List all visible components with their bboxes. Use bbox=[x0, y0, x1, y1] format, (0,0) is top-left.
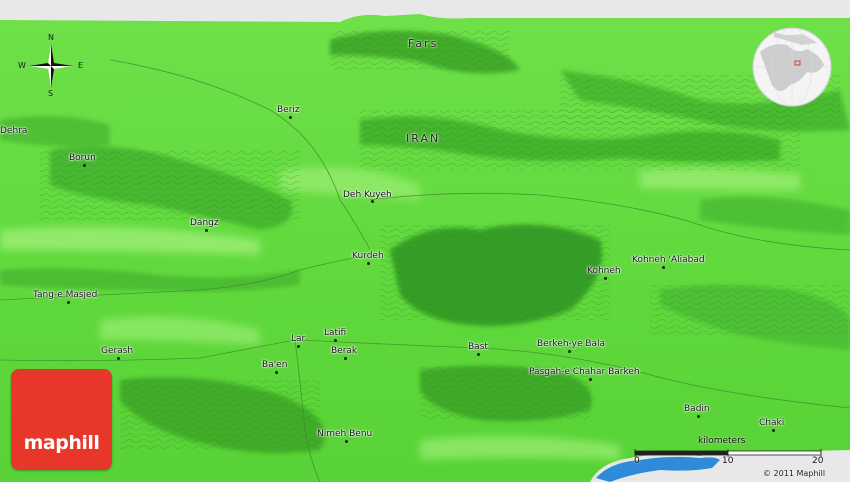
place-label-borun[interactable]: Borun bbox=[69, 153, 96, 163]
place-dot-berak bbox=[344, 357, 347, 360]
place-label-lar[interactable]: Lar bbox=[291, 334, 305, 344]
place-dot-badin bbox=[697, 415, 700, 418]
place-label-kohneh-aliabad[interactable]: Kohneh 'Aliabad bbox=[632, 255, 705, 265]
place-label-gerash[interactable]: Gerash bbox=[101, 346, 133, 356]
compass-south-label: S bbox=[48, 89, 54, 98]
compass-rose: N S E W bbox=[18, 33, 84, 99]
place-label-kohneh[interactable]: Kohneh bbox=[587, 266, 621, 276]
place-dot-dangz bbox=[205, 229, 208, 232]
terrain-relief bbox=[0, 0, 850, 482]
place-dot-gerash bbox=[117, 357, 120, 360]
locator-globe[interactable] bbox=[752, 28, 832, 108]
place-dot-pasgah-e-chahar-barkeh bbox=[589, 378, 592, 381]
place-dot-kurdeh bbox=[367, 262, 370, 265]
place-label-baen[interactable]: Ba'en bbox=[262, 360, 287, 370]
maphill-logo[interactable]: maphill bbox=[11, 369, 112, 470]
place-dot-beriz bbox=[289, 116, 292, 119]
place-dot-deh-kuyeh bbox=[371, 200, 374, 203]
place-label-latifi[interactable]: Latifi bbox=[324, 328, 346, 338]
scale-tick-0: 0 bbox=[634, 456, 640, 466]
place-label-chaki[interactable]: Chaki bbox=[759, 418, 784, 428]
logo-text: maphill bbox=[23, 432, 100, 454]
place-label-dangz[interactable]: Dangz bbox=[190, 218, 219, 228]
place-label-bast[interactable]: Bast bbox=[468, 342, 488, 352]
scale-tick-10: 10 bbox=[722, 456, 734, 466]
copyright-notice: © 2011 Maphill bbox=[763, 469, 826, 478]
place-label-berak[interactable]: Berak bbox=[331, 346, 357, 356]
place-dot-kohneh-aliabad bbox=[662, 266, 665, 269]
place-label-tang-e-masjed[interactable]: Tang-e Masjed bbox=[33, 290, 97, 300]
compass-east-label: E bbox=[78, 61, 84, 70]
place-label-nimeh-benu[interactable]: Nimeh Benu bbox=[317, 429, 372, 439]
place-dot-bast bbox=[477, 353, 480, 356]
place-label-pasgah-e-chahar-barkeh[interactable]: Pasgah-e Chahar Barkeh bbox=[529, 367, 640, 377]
place-dot-baen bbox=[275, 371, 278, 374]
scale-unit-label: kilometers bbox=[698, 436, 746, 446]
place-dot-nimeh-benu bbox=[345, 440, 348, 443]
region-label-iran: IRAN bbox=[406, 132, 441, 145]
place-dot-borun bbox=[83, 164, 86, 167]
place-dot-latifi bbox=[334, 339, 337, 342]
map-view[interactable]: Fars IRAN Dehra Beriz Borun Deh Kuyeh Da… bbox=[0, 0, 850, 482]
place-dot-kohneh bbox=[604, 277, 607, 280]
place-label-kurdeh[interactable]: Kurdeh bbox=[352, 251, 384, 261]
place-dot-tang-e-masjed bbox=[67, 301, 70, 304]
scale-tick-20: 20 bbox=[812, 456, 824, 466]
place-dot-chaki bbox=[772, 429, 775, 432]
scale-bar: kilometers 0 10 20 bbox=[632, 436, 828, 466]
region-label-fars: Fars bbox=[408, 37, 439, 50]
place-label-berkeh-ye-bala[interactable]: Berkeh-ye Bala bbox=[537, 339, 605, 349]
place-dot-lar bbox=[297, 345, 300, 348]
compass-west-label: W bbox=[18, 61, 26, 70]
compass-north-label: N bbox=[48, 33, 54, 42]
place-label-deh-kuyeh[interactable]: Deh Kuyeh bbox=[343, 190, 392, 200]
place-label-beriz[interactable]: Beriz bbox=[277, 105, 300, 115]
place-label-badin[interactable]: Badin bbox=[684, 404, 710, 414]
place-dot-berkeh-ye-bala bbox=[568, 350, 571, 353]
place-label-dehra[interactable]: Dehra bbox=[0, 126, 27, 136]
